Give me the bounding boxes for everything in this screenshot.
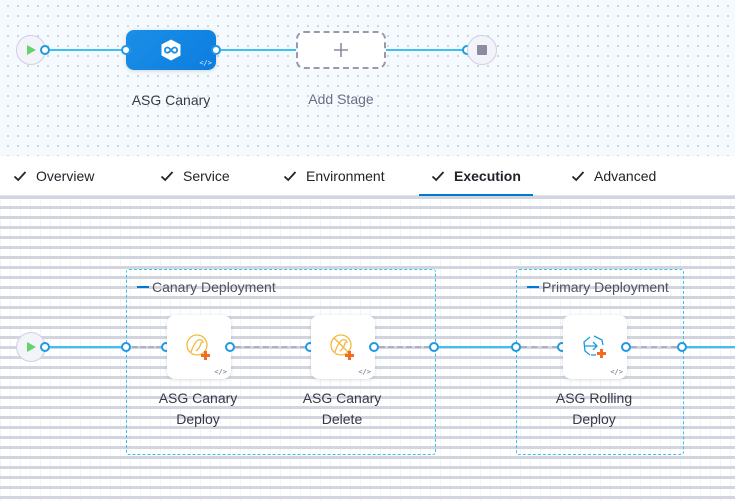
dashed-connector — [235, 346, 306, 348]
code-icon: </> — [214, 368, 227, 376]
add-stage-label: Add Stage — [308, 91, 374, 107]
stage-input-port[interactable] — [121, 45, 131, 55]
play-icon — [27, 342, 36, 352]
group-output-port[interactable] — [677, 342, 687, 352]
start-port[interactable] — [40, 342, 50, 352]
stage-tabs: Overview Service Environment Execution A… — [0, 156, 735, 196]
add-stage-button[interactable] — [296, 31, 386, 69]
tab-label: Execution — [454, 168, 521, 184]
tab-label: Overview — [36, 168, 95, 184]
tab-execution[interactable]: Execution — [419, 156, 533, 196]
step-node-asg-rolling-deploy[interactable]: </> — [563, 315, 627, 379]
check-icon — [283, 171, 297, 182]
tab-environment[interactable]: Environment — [283, 156, 385, 196]
code-icon: </> — [199, 59, 212, 67]
step-node-asg-canary-delete[interactable]: </> — [311, 315, 375, 379]
pipeline-canvas: </> ASG Canary Add Stage — [0, 0, 735, 156]
tab-label: Environment — [306, 168, 385, 184]
check-icon — [431, 171, 445, 182]
step-output-port[interactable] — [621, 342, 631, 352]
check-icon — [13, 171, 27, 182]
asg-stage-icon — [161, 39, 181, 61]
group-input-port[interactable] — [121, 342, 131, 352]
tab-advanced[interactable]: Advanced — [571, 156, 656, 196]
plus-icon — [334, 43, 348, 57]
step-label: ASG Canary Delete — [302, 390, 382, 427]
group-output-port[interactable] — [429, 342, 439, 352]
code-icon: </> — [610, 368, 623, 376]
stop-icon — [477, 45, 487, 55]
tab-label: Service — [183, 168, 230, 184]
connector-line — [386, 49, 464, 51]
dashed-connector — [521, 346, 558, 348]
pipeline-end-node — [467, 35, 497, 65]
asg-rolling-deploy-icon — [583, 335, 606, 358]
connector-line — [50, 346, 122, 348]
group-title: Canary Deployment — [152, 279, 276, 295]
dashed-connector — [631, 346, 677, 348]
step-output-port[interactable] — [369, 342, 379, 352]
check-icon — [160, 171, 174, 182]
stage-output-port[interactable] — [211, 45, 221, 55]
asg-canary-delete-icon — [330, 334, 354, 360]
collapse-icon[interactable] — [137, 286, 149, 288]
stage-label: ASG Canary — [131, 92, 211, 108]
play-icon — [27, 45, 36, 55]
step-label: ASG Rolling Deploy — [555, 390, 633, 427]
group-title: Primary Deployment — [542, 279, 669, 295]
group-input-port[interactable] — [511, 342, 521, 352]
step-output-port[interactable] — [225, 342, 235, 352]
dashed-connector — [132, 346, 162, 348]
code-icon: </> — [358, 368, 371, 376]
connector-line — [687, 346, 735, 348]
start-port[interactable] — [40, 45, 50, 55]
tab-label: Advanced — [594, 168, 657, 184]
connector-line — [439, 346, 513, 348]
tab-overview[interactable]: Overview — [13, 156, 94, 196]
step-label: ASG Canary Deploy — [158, 390, 238, 427]
step-node-asg-canary-deploy[interactable]: </> — [167, 315, 231, 379]
stage-node-asg-canary[interactable]: </> — [126, 30, 216, 70]
asg-canary-deploy-icon — [186, 334, 210, 360]
tab-service[interactable]: Service — [160, 156, 230, 196]
dashed-connector — [379, 346, 430, 348]
check-icon — [571, 171, 585, 182]
collapse-icon[interactable] — [527, 286, 539, 288]
connector-line — [221, 49, 296, 51]
connector-line — [50, 49, 122, 51]
